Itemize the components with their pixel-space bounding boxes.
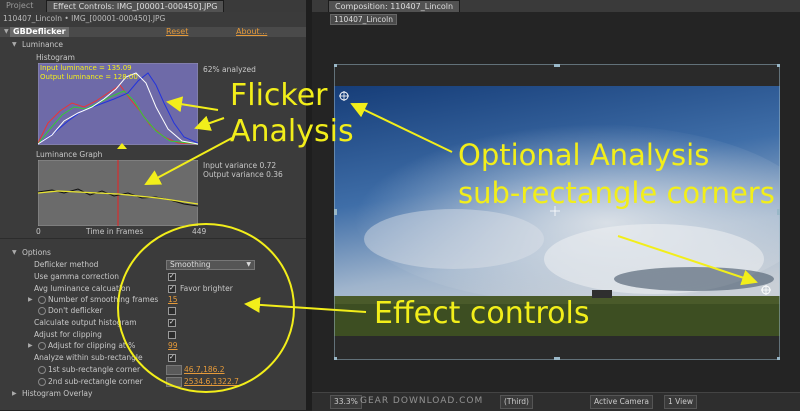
flicker-arrow-icon: [166, 96, 219, 113]
corner-arrow-icon: [350, 102, 453, 153]
highlight-ellipse: [117, 223, 295, 393]
corner-arrow-icon: [617, 235, 758, 286]
flicker-arrow-icon: [194, 115, 225, 131]
annotation-effect-controls: Effect controls: [374, 296, 590, 331]
annotation-analysis: Analysis: [230, 114, 354, 149]
effect-controls-arrow-icon: [244, 296, 367, 313]
annotation-optional-analysis: Optional Analysis: [458, 138, 710, 172]
annotation-sub-rectangle: sub-rectangle corners: [458, 176, 775, 210]
annotation-flicker: Flicker: [230, 78, 328, 113]
flicker-arrow-icon: [144, 137, 233, 185]
